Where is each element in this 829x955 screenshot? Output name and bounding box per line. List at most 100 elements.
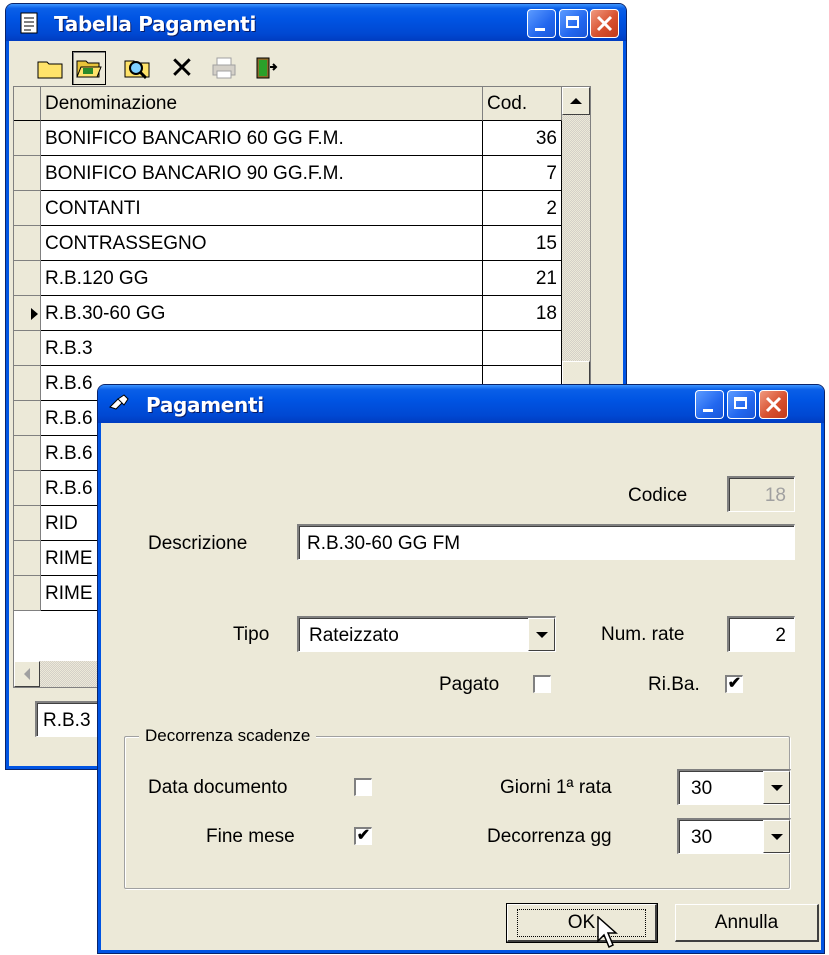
minimize-icon — [703, 409, 713, 412]
new-button[interactable] — [33, 51, 67, 85]
row-indicator[interactable] — [14, 541, 41, 576]
table-row[interactable]: BONIFICO BANCARIO 60 GG F.M. 36 — [14, 121, 562, 156]
riba-checkbox[interactable]: ✔ — [725, 675, 743, 693]
row-indicator[interactable] — [14, 436, 41, 471]
maximize-button[interactable] — [559, 9, 588, 38]
cell-denominazione[interactable]: R.B.30-60 GG — [41, 296, 483, 331]
cell-denominazione[interactable]: CONTRASSEGNO — [41, 226, 483, 261]
row-indicator[interactable] — [14, 471, 41, 506]
cell-denominazione[interactable]: R.B.3 — [41, 331, 483, 366]
fine-mese-label: Fine mese — [206, 826, 295, 847]
annulla-label: Annulla — [714, 911, 779, 933]
dialog-close-button[interactable] — [759, 390, 788, 419]
scroll-left-button[interactable] — [14, 661, 40, 687]
decorrenza-dropdown-button[interactable] — [763, 820, 790, 853]
indicator-header — [14, 87, 41, 121]
search-icon — [124, 60, 150, 80]
fine-mese-check-mark: ✔ — [356, 827, 371, 844]
print-icon — [212, 57, 236, 79]
table-row[interactable]: CONTANTI 2 — [14, 191, 562, 226]
tipo-label: Tipo — [233, 624, 270, 645]
table-row[interactable]: BONIFICO BANCARIO 90 GG.F.M. 7 — [14, 156, 562, 191]
fine-mese-checkbox[interactable]: ✔ — [354, 827, 372, 845]
current-row-arrow-icon — [31, 308, 38, 320]
dialog-body: Codice 18 Descrizione R.B.30-60 GG FM Ti… — [101, 423, 821, 950]
codice-field: 18 — [727, 476, 795, 512]
column-header-denominazione[interactable]: Denominazione — [41, 87, 483, 121]
cell-cod[interactable]: 21 — [483, 261, 562, 296]
num-rate-value: 2 — [775, 625, 786, 646]
close-icon — [596, 15, 613, 32]
cell-cod[interactable]: 7 — [483, 156, 562, 191]
tipo-value: Rateizzato — [309, 625, 399, 646]
title-bar[interactable]: Tabella Pagamenti — [6, 4, 626, 41]
cell-denominazione[interactable]: CONTANTI — [41, 191, 483, 226]
row-indicator[interactable] — [14, 401, 41, 436]
row-indicator[interactable] — [14, 156, 41, 191]
row-indicator[interactable] — [14, 296, 41, 331]
minimize-icon — [535, 28, 545, 31]
row-indicator[interactable] — [14, 331, 41, 366]
tipo-dropdown-button[interactable] — [528, 618, 555, 651]
cell-cod[interactable]: 15 — [483, 226, 562, 261]
close-button[interactable] — [590, 9, 619, 38]
dialog-title-bar[interactable]: Pagamenti — [98, 385, 824, 423]
column-header-cod[interactable]: Cod. — [483, 87, 562, 121]
cell-denominazione[interactable]: BONIFICO BANCARIO 90 GG.F.M. — [41, 156, 483, 191]
ok-button[interactable]: OK — [506, 903, 658, 943]
group-title: Decorrenza scadenze — [139, 726, 317, 746]
dialog-maximize-button[interactable] — [727, 390, 756, 419]
table-row[interactable]: R.B.120 GG 21 — [14, 261, 562, 296]
row-indicator[interactable] — [14, 191, 41, 226]
row-indicator[interactable] — [14, 226, 41, 261]
giorni-dropdown-button[interactable] — [763, 771, 790, 804]
minimize-button[interactable] — [527, 9, 556, 38]
row-indicator[interactable] — [14, 121, 41, 156]
maximize-icon — [734, 397, 747, 409]
table-row[interactable]: CONTRASSEGNO 15 — [14, 226, 562, 261]
annulla-button[interactable]: Annulla — [675, 904, 819, 942]
dialog-minimize-button[interactable] — [695, 390, 724, 419]
descrizione-input[interactable]: R.B.30-60 GG FM — [297, 524, 795, 560]
data-documento-checkbox[interactable]: ✔ — [354, 778, 372, 796]
cell-denominazione[interactable]: BONIFICO BANCARIO 60 GG F.M. — [41, 121, 483, 156]
row-indicator[interactable] — [14, 261, 41, 296]
cell-denominazione[interactable]: R.B.120 GG — [41, 261, 483, 296]
tipo-select[interactable]: Rateizzato — [297, 616, 556, 652]
table-row[interactable]: R.B.3 — [14, 331, 562, 366]
exit-button[interactable] — [250, 51, 284, 85]
cell-cod[interactable] — [483, 331, 562, 366]
giorni-prima-rata-value: 30 — [691, 778, 713, 799]
decorrenza-gg-value: 30 — [691, 827, 713, 848]
row-indicator[interactable] — [14, 366, 41, 401]
num-rate-input[interactable]: 2 — [727, 616, 795, 652]
descrizione-value: R.B.30-60 GG FM — [307, 533, 461, 554]
dialog-title: Pagamenti — [146, 393, 264, 417]
riba-check-mark: ✔ — [727, 675, 742, 692]
decorrenza-scadenze-group: Decorrenza scadenze — [124, 726, 790, 889]
scroll-up-button[interactable] — [562, 87, 590, 115]
exit-door-icon — [256, 57, 278, 79]
cell-cod[interactable]: 36 — [483, 121, 562, 156]
decorrenza-gg-select[interactable]: 30 — [677, 818, 791, 854]
folder-icon — [37, 61, 63, 79]
chevron-down-icon — [770, 784, 783, 791]
row-indicator[interactable] — [14, 506, 41, 541]
cell-cod[interactable]: 2 — [483, 191, 562, 226]
window-title: Tabella Pagamenti — [54, 12, 256, 36]
pagato-label: Pagato — [439, 674, 500, 695]
row-indicator[interactable] — [14, 576, 41, 611]
table-row[interactable]: R.B.30-60 GG 18 — [14, 296, 562, 331]
pagato-checkbox[interactable]: ✔ — [533, 675, 551, 693]
delete-button[interactable]: ✕ — [165, 51, 199, 85]
ok-label: OK — [516, 908, 647, 937]
print-button[interactable] — [207, 51, 241, 85]
giorni-prima-rata-select[interactable]: 30 — [677, 769, 791, 805]
pagamenti-dialog: Pagamenti Codice 18 Descrizione R.B.30-6… — [97, 384, 825, 954]
giorni-prima-rata-label: Giorni 1ª rata — [500, 777, 612, 798]
pen-icon — [109, 394, 129, 410]
scroll-left-icon — [24, 668, 30, 680]
find-button[interactable] — [120, 51, 154, 85]
open-button[interactable] — [72, 51, 106, 85]
cell-cod[interactable]: 18 — [483, 296, 562, 331]
